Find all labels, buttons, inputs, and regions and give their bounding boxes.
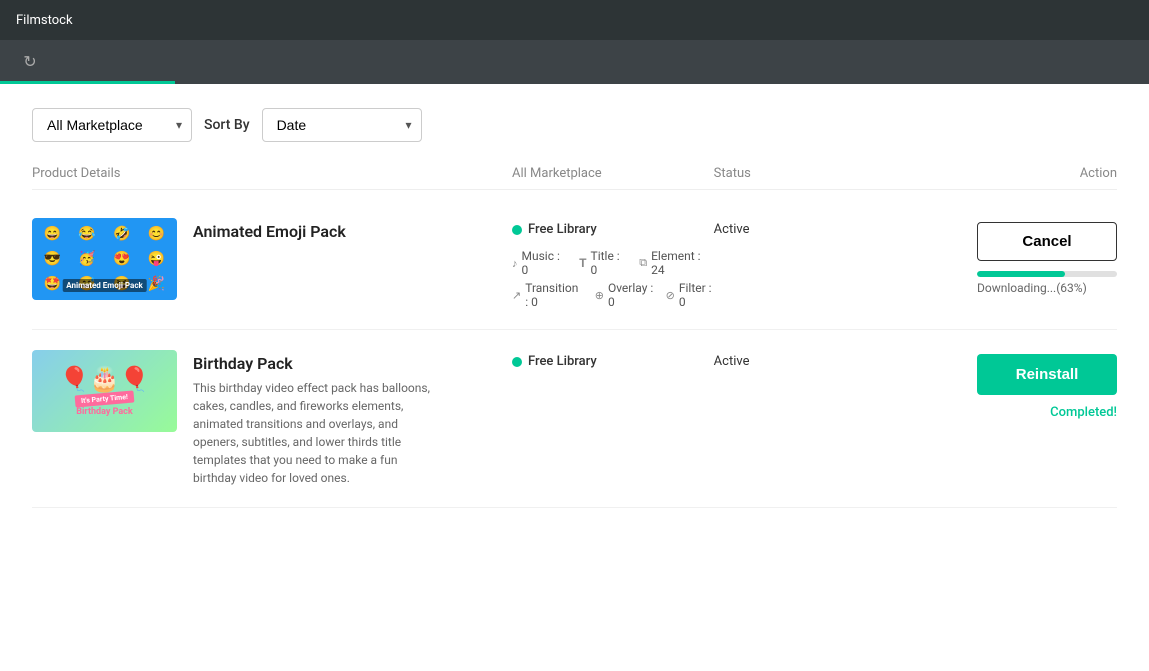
emoji-thumbnail: 😄 😂 🤣 😊 😎 🥳 😍 😜 🤩 😅 😆 🎉 Animated Em: [32, 218, 177, 300]
balloon-icon: 🎈🎂🎈: [60, 365, 150, 393]
active-dot-icon: [512, 225, 522, 235]
element-icon: ⧉: [639, 256, 647, 270]
topbar: ↻: [0, 40, 1149, 84]
product-title: Animated Emoji Pack: [193, 222, 346, 241]
titlebar: Filmstock: [0, 0, 1149, 40]
title-label: Title : 0: [591, 249, 628, 277]
emoji-cell: 🤣: [106, 222, 139, 245]
reinstall-button[interactable]: Reinstall: [977, 354, 1117, 395]
sort-select-wrapper: Date Name Status ▾: [262, 108, 422, 142]
filter-stat: ⊘ Filter : 0: [666, 281, 714, 309]
sort-select[interactable]: Date Name Status: [262, 108, 422, 142]
refresh-icon: ↻: [23, 52, 36, 72]
active-dot-icon-2: [512, 357, 522, 367]
birthday-banner: It's Party Time!: [75, 390, 135, 407]
action-col-1: Cancel Downloading...(63%): [915, 218, 1117, 295]
free-library-label-2: Free Library: [528, 354, 597, 369]
overlay-stat: ⊕ Overlay : 0: [595, 281, 654, 309]
product-thumbnail-animated-emoji: 😄 😂 🤣 😊 😎 🥳 😍 😜 🤩 😅 😆 🎉 Animated Em: [32, 218, 177, 300]
birthday-pack-thumb-title: Birthday Pack: [76, 407, 132, 417]
product-description-birthday: This birthday video effect pack has ball…: [193, 379, 433, 487]
product-details-text-birthday: Birthday Pack This birthday video effect…: [193, 350, 433, 487]
element-label: Element : 24: [651, 249, 714, 277]
birthday-thumbnail: 🎈🎂🎈 It's Party Time! Birthday Pack: [32, 350, 177, 432]
overlay-icon: ⊕: [595, 289, 604, 302]
transition-label: Transition : 0: [525, 281, 583, 309]
sort-by-label: Sort By: [204, 117, 250, 133]
emoji-cell: 😎: [36, 247, 69, 270]
overlay-label: Overlay : 0: [608, 281, 654, 309]
product-title-birthday: Birthday Pack: [193, 354, 433, 373]
header-all-marketplace: All Marketplace: [512, 166, 714, 181]
birthday-thumb-inner: 🎈🎂🎈 It's Party Time! Birthday Pack: [32, 350, 177, 432]
table-row: 🎈🎂🎈 It's Party Time! Birthday Pack Birth…: [32, 330, 1117, 508]
progress-bar-fill: [977, 271, 1065, 277]
emoji-cell: 😜: [140, 247, 173, 270]
transition-stat: ↗ Transition : 0: [512, 281, 583, 309]
product-info-birthday: 🎈🎂🎈 It's Party Time! Birthday Pack Birth…: [32, 350, 512, 487]
element-stat: ⧉ Element : 24: [639, 249, 713, 277]
marketplace-select-wrapper: All Marketplace Free Premium ▾: [32, 108, 192, 142]
stats-row-2: ↗ Transition : 0 ⊕ Overlay : 0 ⊘ Filter …: [512, 281, 714, 309]
emoji-cell: 😊: [140, 222, 173, 245]
header-status: Status: [714, 166, 916, 181]
emoji-cell: 😍: [106, 247, 139, 270]
emoji-cell: 🥳: [71, 247, 104, 270]
header-product-details: Product Details: [32, 166, 512, 181]
status-badge: Active: [714, 222, 750, 237]
marketplace-col-2: Free Library: [512, 350, 714, 369]
status-col-2: Active: [714, 350, 916, 369]
main-content: All Marketplace Free Premium ▾ Sort By D…: [0, 84, 1149, 671]
table-header: Product Details All Marketplace Status A…: [32, 166, 1117, 190]
filter-label: Filter : 0: [679, 281, 714, 309]
music-icon: ♪: [512, 257, 518, 270]
stats-grid: ♪ Music : 0 T Title : 0 ⧉ Element : 24 ↗: [512, 249, 714, 309]
app-title: Filmstock: [16, 13, 73, 28]
transition-icon: ↗: [512, 289, 521, 302]
thumbnail-label: Animated Emoji Pack: [62, 279, 147, 292]
refresh-button[interactable]: ↻: [16, 48, 44, 76]
product-details-text: Animated Emoji Pack: [193, 218, 346, 241]
music-stat: ♪ Music : 0: [512, 249, 567, 277]
title-stat: T Title : 0: [579, 249, 627, 277]
product-thumbnail-birthday: 🎈🎂🎈 It's Party Time! Birthday Pack: [32, 350, 177, 432]
product-info-animated-emoji: 😄 😂 🤣 😊 😎 🥳 😍 😜 🤩 😅 😆 🎉 Animated Em: [32, 218, 512, 300]
free-library-badge: Free Library: [512, 222, 714, 237]
completed-label: Completed!: [1050, 405, 1117, 420]
cancel-button[interactable]: Cancel: [977, 222, 1117, 261]
free-library-badge-2: Free Library: [512, 354, 714, 369]
emoji-cell: 😂: [71, 222, 104, 245]
music-label: Music : 0: [522, 249, 568, 277]
progress-label: Downloading...(63%): [977, 281, 1117, 295]
title-icon: T: [579, 256, 586, 270]
filters-row: All Marketplace Free Premium ▾ Sort By D…: [32, 108, 1117, 142]
free-library-label: Free Library: [528, 222, 597, 237]
progress-bar-background: [977, 271, 1117, 277]
progress-container: Downloading...(63%): [977, 271, 1117, 295]
table-row: 😄 😂 🤣 😊 😎 🥳 😍 😜 🤩 😅 😆 🎉 Animated Em: [32, 198, 1117, 330]
filter-icon: ⊘: [666, 289, 675, 302]
header-action: Action: [915, 166, 1117, 181]
status-col-1: Active: [714, 218, 916, 237]
marketplace-col-1: Free Library ♪ Music : 0 T Title : 0 ⧉ E…: [512, 218, 714, 309]
stats-row-1: ♪ Music : 0 T Title : 0 ⧉ Element : 24: [512, 249, 714, 277]
marketplace-select[interactable]: All Marketplace Free Premium: [32, 108, 192, 142]
emoji-cell: 😄: [36, 222, 69, 245]
status-badge-2: Active: [714, 354, 750, 369]
action-col-2: Reinstall Completed!: [915, 350, 1117, 420]
